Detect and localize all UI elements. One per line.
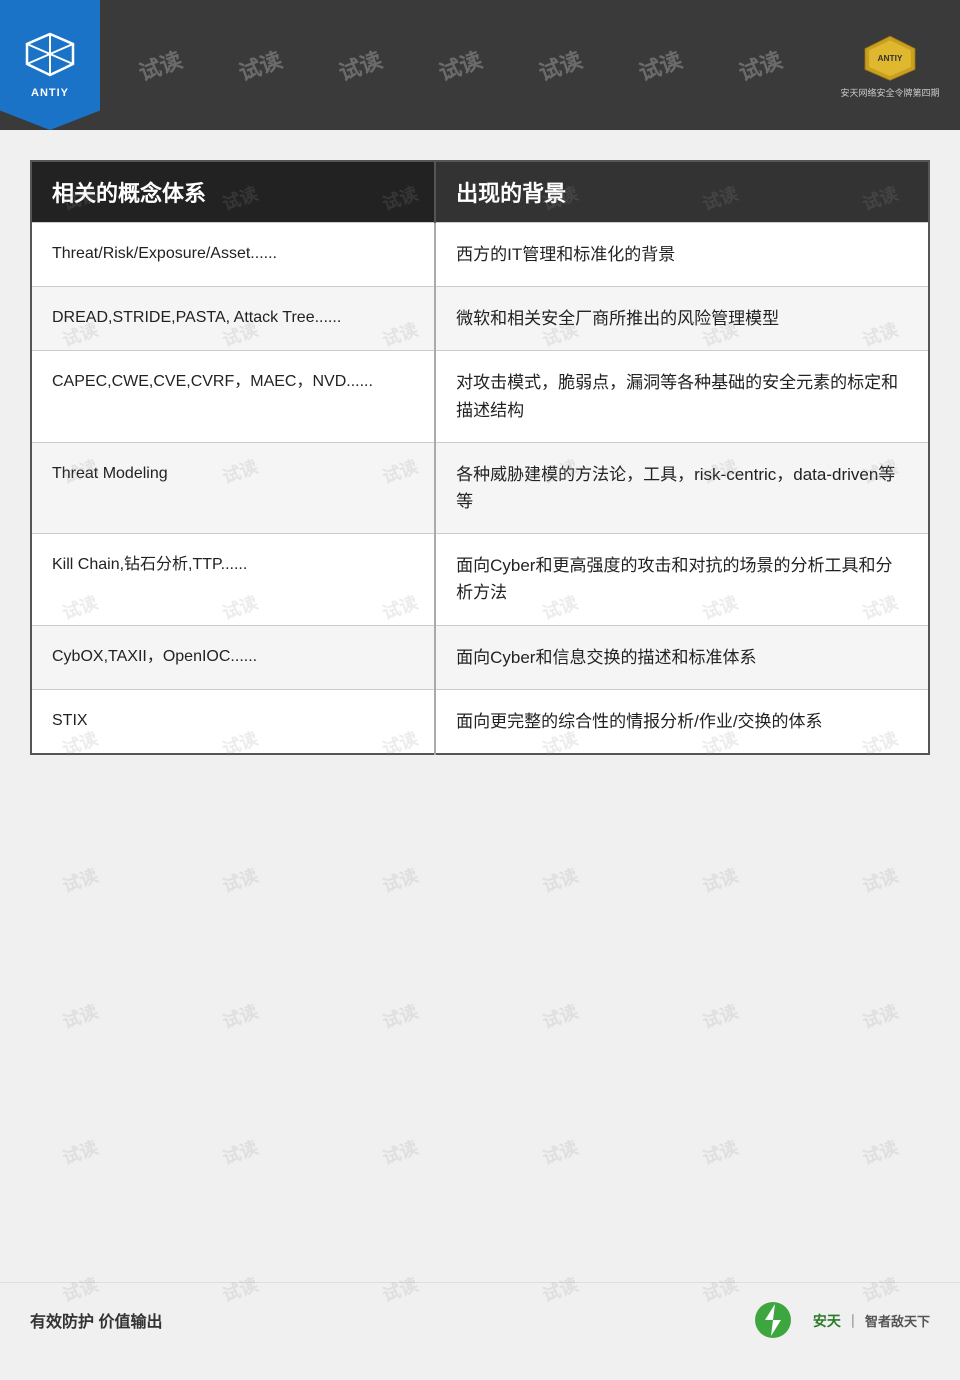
logo-box: ANTIY bbox=[0, 0, 100, 130]
table-row: Threat/Risk/Exposure/Asset......西方的IT管理和… bbox=[31, 223, 929, 287]
logo-text: ANTIY bbox=[31, 87, 69, 99]
header-wm-3: 试读 bbox=[334, 42, 386, 87]
table-cell-col1: STIX bbox=[31, 689, 435, 754]
footer: 有效防护 价值输出 安天 ｜ 智者敌天下 bbox=[0, 1282, 960, 1357]
table-row: DREAD,STRIDE,PASTA, Attack Tree......微软和… bbox=[31, 287, 929, 351]
main-content: 相关的概念体系 出现的背景 Threat/Risk/Exposure/Asset… bbox=[30, 160, 930, 1277]
footer-right: 安天 ｜ 智者敌天下 bbox=[753, 1298, 930, 1343]
table-body: Threat/Risk/Exposure/Asset......西方的IT管理和… bbox=[31, 223, 929, 754]
footer-logo-svg bbox=[753, 1298, 808, 1343]
table-cell-col1: Threat/Risk/Exposure/Asset...... bbox=[31, 223, 435, 287]
table-row: Kill Chain,钻石分析,TTP......面向Cyber和更高强度的攻击… bbox=[31, 534, 929, 625]
footer-left-text: 有效防护 价值输出 bbox=[30, 1308, 162, 1332]
table-row: STIX面向更完整的综合性的情报分析/作业/交换的体系 bbox=[31, 689, 929, 754]
col2-header: 出现的背景 bbox=[435, 161, 929, 223]
header-watermarks: 试读 试读 试读 试读 试读 试读 试读 bbox=[100, 49, 820, 81]
logo-icon bbox=[25, 32, 75, 83]
footer-brand-text: 安天 ｜ 智者敌天下 bbox=[813, 1309, 930, 1332]
table-cell-col1: DREAD,STRIDE,PASTA, Attack Tree...... bbox=[31, 287, 435, 351]
header-wm-5: 试读 bbox=[534, 42, 586, 87]
brand-subtitle: 安天网络安全令牌第四期 bbox=[840, 86, 939, 99]
header: ANTIY 试读 试读 试读 试读 试读 试读 试读 ANTIY 安天网络安全令… bbox=[0, 0, 960, 130]
svg-text:ANTIY: ANTIY bbox=[878, 53, 903, 63]
table-row: CAPEC,CWE,CVE,CVRF，MAEC，NVD......对攻击模式，脆… bbox=[31, 351, 929, 442]
header-wm-7: 试读 bbox=[734, 42, 786, 87]
table-cell-col2: 面向Cyber和更高强度的攻击和对抗的场景的分析工具和分析方法 bbox=[435, 534, 929, 625]
table-row: CybOX,TAXII，OpenIOC......面向Cyber和信息交换的描述… bbox=[31, 625, 929, 689]
table-header-row: 相关的概念体系 出现的背景 bbox=[31, 161, 929, 223]
table-cell-col2: 面向更完整的综合性的情报分析/作业/交换的体系 bbox=[435, 689, 929, 754]
table-cell-col1: Threat Modeling bbox=[31, 442, 435, 533]
table-row: Threat Modeling各种威胁建模的方法论，工具，risk-centri… bbox=[31, 442, 929, 533]
table-cell-col2: 面向Cyber和信息交换的描述和标准体系 bbox=[435, 625, 929, 689]
brand-logo-svg: ANTIY bbox=[855, 32, 925, 82]
header-wm-4: 试读 bbox=[434, 42, 486, 87]
table-cell-col1: Kill Chain,钻石分析,TTP...... bbox=[31, 534, 435, 625]
footer-logo: 安天 ｜ 智者敌天下 bbox=[753, 1298, 930, 1343]
col1-header: 相关的概念体系 bbox=[31, 161, 435, 223]
table-cell-col1: CybOX,TAXII，OpenIOC...... bbox=[31, 625, 435, 689]
header-wm-6: 试读 bbox=[634, 42, 686, 87]
table-cell-col1: CAPEC,CWE,CVE,CVRF，MAEC，NVD...... bbox=[31, 351, 435, 442]
data-table: 相关的概念体系 出现的背景 Threat/Risk/Exposure/Asset… bbox=[30, 160, 930, 755]
header-wm-1: 试读 bbox=[134, 42, 186, 87]
table-cell-col2: 西方的IT管理和标准化的背景 bbox=[435, 223, 929, 287]
table-cell-col2: 各种威胁建模的方法论，工具，risk-centric，data-driven等等 bbox=[435, 442, 929, 533]
table-cell-col2: 对攻击模式，脆弱点，漏洞等各种基础的安全元素的标定和描述结构 bbox=[435, 351, 929, 442]
header-right-logo: ANTIY 安天网络安全令牌第四期 bbox=[820, 0, 960, 130]
header-wm-2: 试读 bbox=[234, 42, 286, 87]
table-cell-col2: 微软和相关安全厂商所推出的风险管理模型 bbox=[435, 287, 929, 351]
